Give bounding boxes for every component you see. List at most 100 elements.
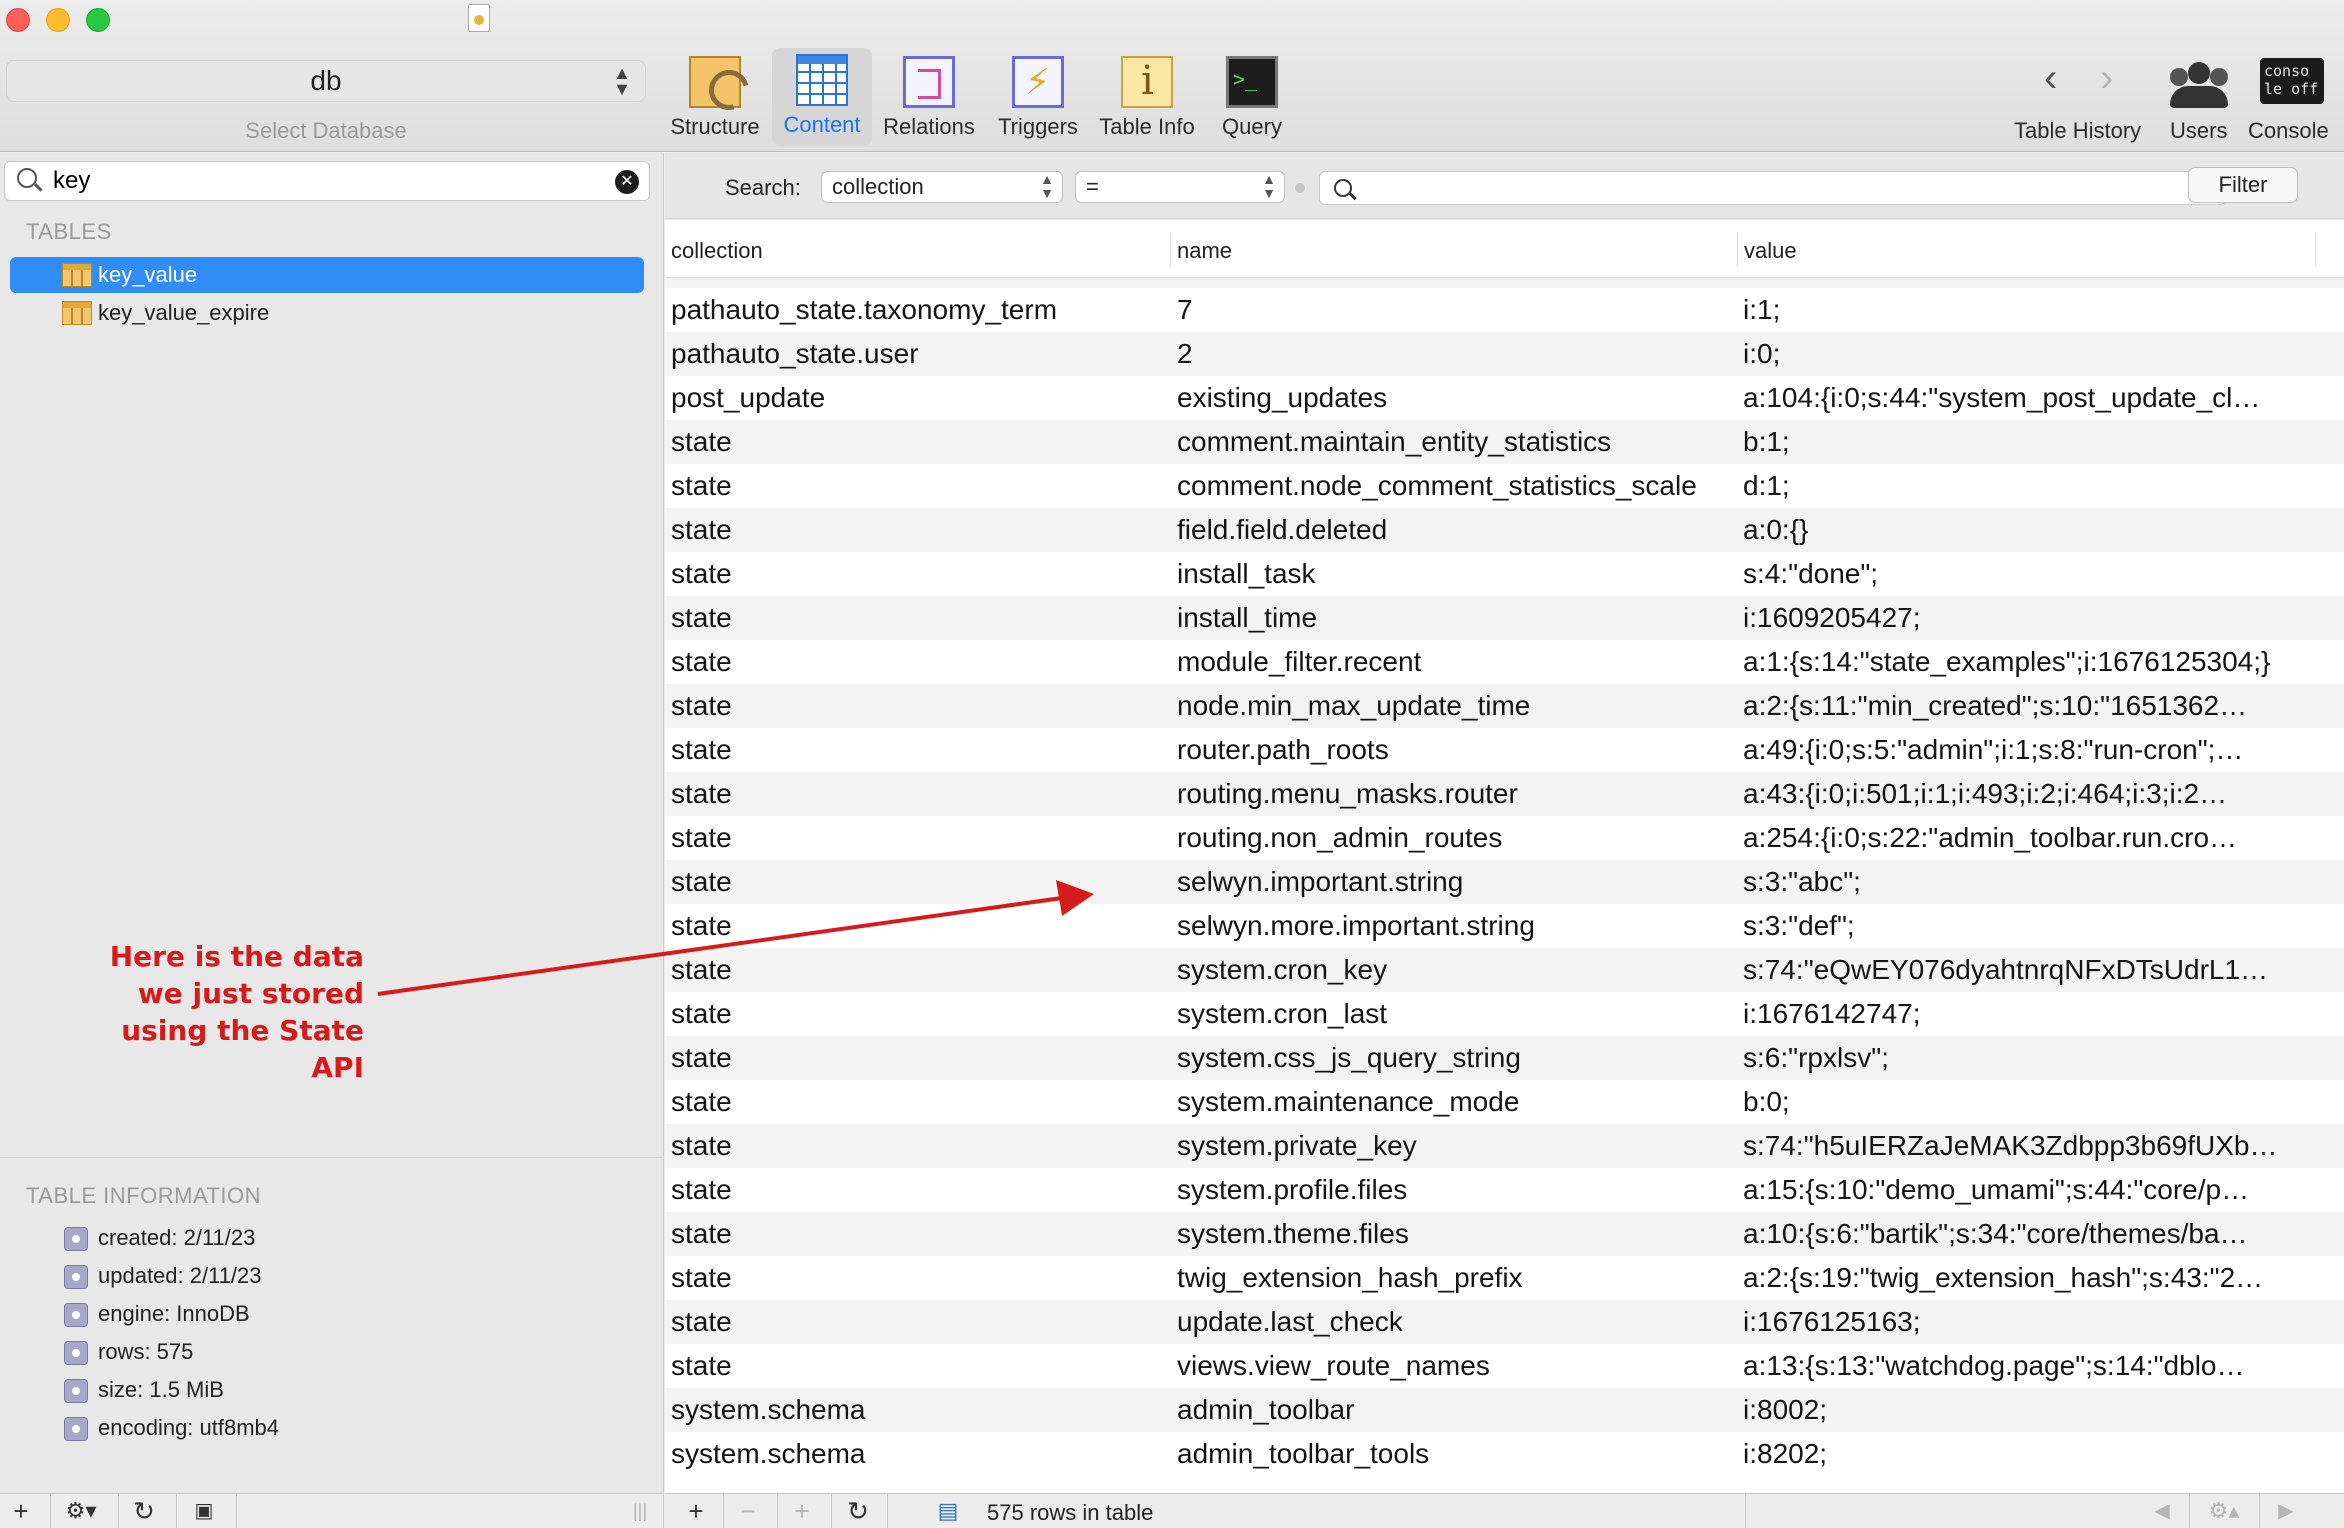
cell-name[interactable]: system.css_js_query_string <box>1177 1036 1733 1080</box>
table-row[interactable]: state system.maintenance_mode b:0; <box>665 1080 2344 1124</box>
filter-operator-select[interactable]: = ▲ ▼ <box>1075 171 1285 203</box>
cell-name[interactable]: selwyn.more.important.string <box>1177 904 1733 948</box>
cell-value[interactable]: i:1; <box>1743 288 2327 332</box>
tab-table-info[interactable]: Table Info <box>1094 50 1200 146</box>
cell-collection[interactable]: state <box>671 552 1171 596</box>
sidebar-item-key-value-expire[interactable]: key_value_expire <box>10 295 644 331</box>
history-back-icon[interactable]: ‹ <box>2044 58 2057 98</box>
tab-relations[interactable]: Relations <box>878 50 980 146</box>
cell-collection[interactable]: pathauto_state.taxonomy_term <box>671 288 1171 332</box>
table-row[interactable]: post_update existing_updates a:104:{i:0;s:… <box>665 376 2344 420</box>
cell-value[interactable]: s:4:"done"; <box>1743 552 2327 596</box>
table-row[interactable]: state field.field.deleted a:0:{} <box>665 508 2344 552</box>
filter-value-field[interactable] <box>1319 171 2227 205</box>
cell-value[interactable]: b:0; <box>1743 1080 2327 1124</box>
remove-row-icon[interactable]: − <box>733 1496 763 1528</box>
table-row[interactable]: state system.theme.files a:10:{s:6:"bartik… <box>665 1212 2344 1256</box>
cell-name[interactable]: system.cron_last <box>1177 992 1733 1036</box>
cell-name[interactable]: routing.non_admin_routes <box>1177 816 1733 860</box>
users-icon[interactable] <box>2166 62 2232 108</box>
table-row[interactable]: state system.cron_key s:74:"eQwEY076dyahtn… <box>665 948 2344 992</box>
table-row[interactable]: state views.view_route_names a:13:{s:13:"w… <box>665 1344 2344 1388</box>
cell-collection[interactable]: pathauto_state.user <box>671 332 1171 376</box>
table-row[interactable]: state selwyn.more.important.string s:3:"de… <box>665 904 2344 948</box>
table-row[interactable]: state selwyn.important.string s:3:"abc"; <box>665 860 2344 904</box>
cell-collection[interactable]: state <box>671 948 1171 992</box>
filter-button[interactable]: Filter <box>2188 167 2298 203</box>
cell-collection[interactable]: state <box>671 1036 1171 1080</box>
cell-name[interactable]: views.view_route_names <box>1177 1344 1733 1388</box>
table-row[interactable]: state install_task s:4:"done"; <box>665 552 2344 596</box>
table-row[interactable]: state twig_extension_hash_prefix a:2:{s:19… <box>665 1256 2344 1300</box>
cell-collection[interactable]: state <box>671 728 1171 772</box>
table-row[interactable]: state comment.node_comment_statistics_sca… <box>665 464 2344 508</box>
cell-name[interactable]: field.field.deleted <box>1177 508 1733 552</box>
cell-value[interactable]: a:254:{i:0;s:22:"admin_toolbar.run.cro… <box>1743 816 2327 860</box>
column-header-name[interactable]: name <box>1173 236 1232 276</box>
column-resize-handle[interactable] <box>1737 232 1738 266</box>
cell-value[interactable]: a:2:{s:19:"twig_extension_hash";s:43:"2… <box>1743 1256 2327 1300</box>
column-resize-handle[interactable] <box>1170 232 1171 266</box>
tab-structure[interactable]: Structure <box>664 50 766 146</box>
table-row[interactable]: state system.profile.files a:15:{s:10:"dem… <box>665 1168 2344 1212</box>
tab-content[interactable]: Content <box>772 48 872 146</box>
cell-value[interactable]: a:13:{s:13:"watchdog.page";s:14:"dblo… <box>1743 1344 2327 1388</box>
cell-name[interactable]: existing_updates <box>1177 376 1733 420</box>
cell-name[interactable]: system.theme.files <box>1177 1212 1733 1256</box>
cell-collection[interactable]: state <box>671 1256 1171 1300</box>
cell-value[interactable]: i:0; <box>1743 332 2327 376</box>
cell-collection[interactable]: state <box>671 1124 1171 1168</box>
cell-collection[interactable]: state <box>671 1080 1171 1124</box>
cell-collection[interactable]: system.schema <box>671 1388 1171 1432</box>
cell-collection[interactable]: state <box>671 464 1171 508</box>
table-row[interactable]: system.schema admin_toolbar i:8002; <box>665 1388 2344 1432</box>
cell-value[interactable]: a:0:{} <box>1743 508 2327 552</box>
cell-name[interactable]: system.profile.files <box>1177 1168 1733 1212</box>
table-filter-input[interactable] <box>53 166 613 196</box>
split-handle-icon[interactable]: ||| <box>630 1496 650 1528</box>
table-row[interactable]: state module_filter.recent a:1:{s:14:"stat… <box>665 640 2344 684</box>
cell-value[interactable]: s:6:"rpxlsv"; <box>1743 1036 2327 1080</box>
clear-search-icon[interactable]: ✕ <box>615 170 639 194</box>
table-row[interactable]: state update.last_check i:1676125163; <box>665 1300 2344 1344</box>
cell-collection[interactable]: post_update <box>671 376 1171 420</box>
table-row[interactable]: state routing.non_admin_routes a:254:{i:0;… <box>665 816 2344 860</box>
cell-name[interactable]: selwyn.important.string <box>1177 860 1733 904</box>
cell-name[interactable]: 7 <box>1177 288 1733 332</box>
filter-field-select[interactable]: collection ▲ ▼ <box>821 171 1063 203</box>
table-row[interactable]: state system.cron_last i:1676142747; <box>665 992 2344 1036</box>
cell-value[interactable]: s:3:"abc"; <box>1743 860 2327 904</box>
cell-name[interactable]: admin_toolbar_tools <box>1177 1432 1733 1476</box>
cell-name[interactable]: routing.menu_masks.router <box>1177 772 1733 816</box>
tab-triggers[interactable]: Triggers <box>988 50 1088 146</box>
cell-collection[interactable]: state <box>671 508 1171 552</box>
cell-collection[interactable]: state <box>671 992 1171 1036</box>
cell-value[interactable]: i:8202; <box>1743 1432 2327 1476</box>
cell-collection[interactable]: state <box>671 904 1171 948</box>
table-row[interactable]: state routing.menu_masks.router a:43:{i:0;… <box>665 772 2344 816</box>
cell-value[interactable]: s:3:"def"; <box>1743 904 2327 948</box>
previous-page-icon[interactable]: ◀ <box>2147 1496 2177 1528</box>
add-table-icon[interactable]: + <box>6 1496 36 1528</box>
tab-query[interactable]: Query <box>1208 50 1296 146</box>
cell-collection[interactable]: state <box>671 1344 1171 1388</box>
cell-name[interactable]: router.path_roots <box>1177 728 1733 772</box>
cell-value[interactable]: i:1676125163; <box>1743 1300 2327 1344</box>
table-row[interactable]: system.schema admin_toolbar_tools i:8202; <box>665 1432 2344 1476</box>
cell-collection[interactable]: state <box>671 420 1171 464</box>
cell-name[interactable]: system.cron_key <box>1177 948 1733 992</box>
cell-name[interactable]: admin_toolbar <box>1177 1388 1733 1432</box>
cell-collection[interactable]: state <box>671 772 1171 816</box>
database-select[interactable]: db ▲ ▼ <box>6 60 646 102</box>
table-row[interactable]: state router.path_roots a:49:{i:0;s:5:"adm… <box>665 728 2344 772</box>
next-page-icon[interactable]: ▶ <box>2271 1496 2301 1528</box>
cell-collection[interactable]: state <box>671 596 1171 640</box>
cell-name[interactable]: module_filter.recent <box>1177 640 1733 684</box>
gear-menu-icon[interactable]: ⚙▾ <box>56 1496 106 1528</box>
cell-name[interactable]: comment.node_comment_statistics_scale <box>1177 464 1733 508</box>
cell-value[interactable]: a:1:{s:14:"state_examples";i:1676125304;… <box>1743 640 2327 684</box>
cell-value[interactable]: a:10:{s:6:"bartik";s:34:"core/themes/ba… <box>1743 1212 2327 1256</box>
cell-name[interactable]: install_task <box>1177 552 1733 596</box>
cell-name[interactable]: system.private_key <box>1177 1124 1733 1168</box>
cell-value[interactable]: i:1676142747; <box>1743 992 2327 1036</box>
